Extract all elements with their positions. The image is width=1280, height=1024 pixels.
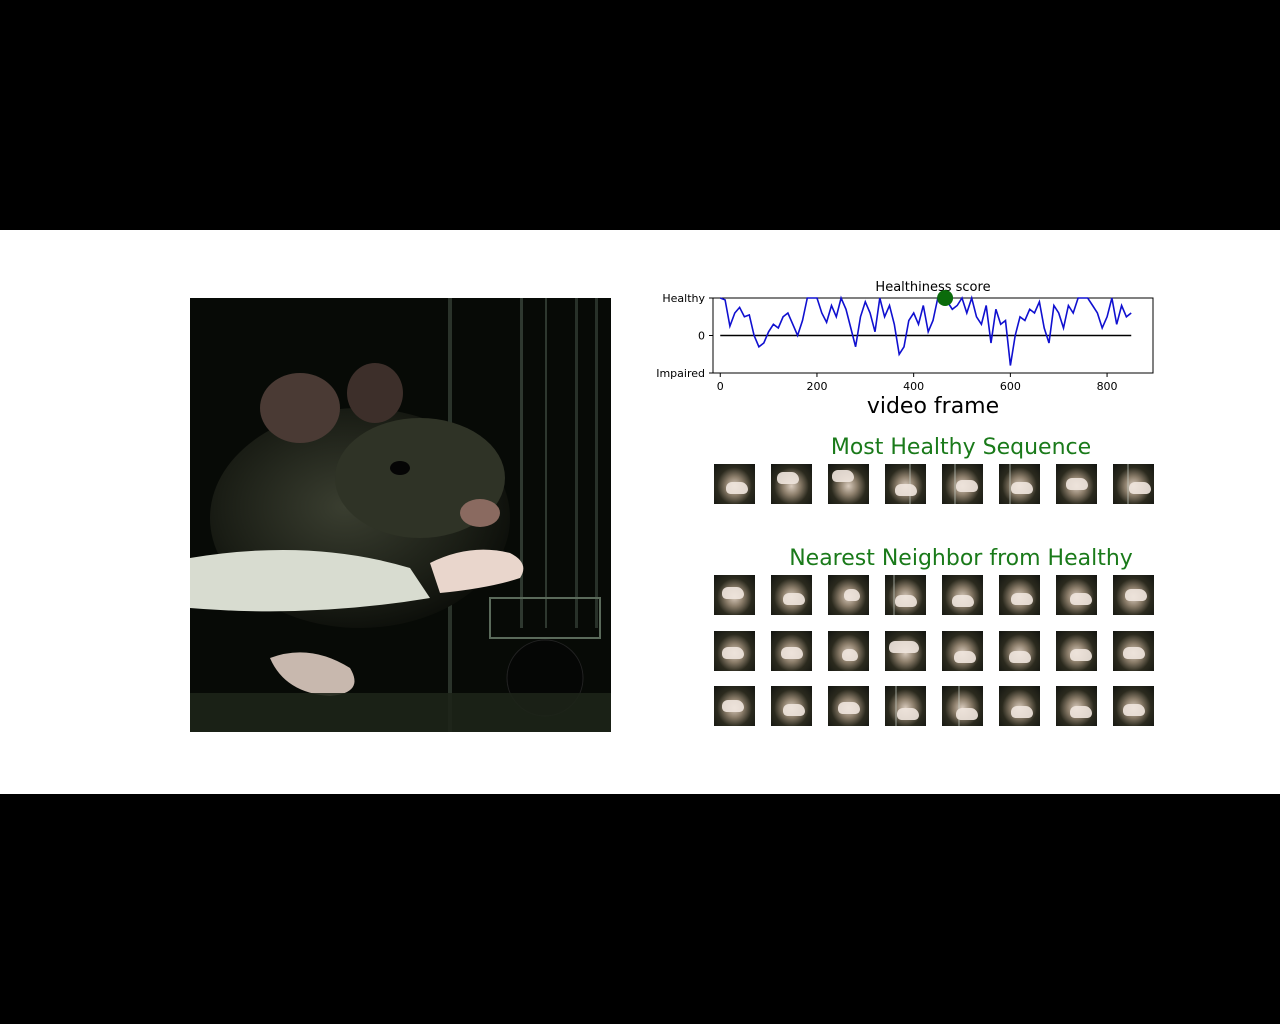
plot-title: Healthiness score [875, 280, 990, 295]
thumbnail [828, 631, 869, 671]
thumbnail [828, 575, 869, 615]
nearest-neighbor-row-3 [714, 686, 1154, 726]
most-healthy-title: Most Healthy Sequence [830, 435, 1092, 460]
thumbnail [999, 575, 1040, 615]
thumbnail [1113, 631, 1154, 671]
thumbnail [1113, 575, 1154, 615]
thumbnail [714, 464, 755, 504]
letterbox-bottom [0, 794, 1280, 1024]
thumbnail [942, 631, 983, 671]
thumbnail [1056, 464, 1097, 504]
thumbnail [771, 631, 812, 671]
x-axis-label: video frame [867, 394, 999, 419]
healthiness-plot-svg: Healthiness score Healthy 0 Impaired 0 200 4… [656, 280, 1154, 419]
x-tick-label: 400 [903, 380, 924, 393]
thumbnail [828, 686, 869, 726]
current-frame-marker [937, 290, 954, 306]
letterbox-top [0, 0, 1280, 230]
thumbnail [942, 686, 983, 726]
thumbnail [942, 575, 983, 615]
x-tick-label: 800 [1097, 380, 1118, 393]
thumbnail [1113, 686, 1154, 726]
thumbnail [885, 686, 926, 726]
thumbnail [771, 575, 812, 615]
nearest-neighbor-title: Nearest Neighbor from Healthy [789, 546, 1133, 571]
thumbnail [714, 686, 755, 726]
thumbnail [771, 464, 812, 504]
thumbnail [828, 464, 869, 504]
score-line [720, 295, 1132, 366]
thumbnail [942, 464, 983, 504]
nearest-neighbor-row-1 [714, 575, 1154, 615]
nearest-neighbor-row-2 [714, 631, 1154, 671]
thumbnail [885, 575, 926, 615]
thumbnail [714, 575, 755, 615]
most-healthy-row [714, 464, 1154, 504]
rat-photo [190, 298, 611, 732]
thumbnail [771, 686, 812, 726]
thumbnail [1056, 631, 1097, 671]
thumbnail [885, 631, 926, 671]
thumbnail [999, 686, 1040, 726]
x-tick-label: 600 [1000, 380, 1021, 393]
thumbnail [999, 464, 1040, 504]
thumbnail [885, 464, 926, 504]
video-frame-image [190, 298, 611, 732]
healthiness-plot: Healthiness score Healthy 0 Impaired 0 200 4… [650, 270, 1170, 420]
y-tick-label: Impaired [656, 367, 705, 380]
y-tick-label: 0 [698, 330, 705, 343]
thumbnail [1056, 686, 1097, 726]
thumbnail [714, 631, 755, 671]
y-tick-label: Healthy [662, 292, 705, 305]
x-tick-label: 200 [806, 380, 827, 393]
thumbnail [1113, 464, 1154, 504]
figure-frame: Healthiness score Healthy 0 Impaired 0 200 4… [0, 230, 1280, 794]
thumbnail [1056, 575, 1097, 615]
thumbnail [999, 631, 1040, 671]
x-tick-label: 0 [717, 380, 724, 393]
